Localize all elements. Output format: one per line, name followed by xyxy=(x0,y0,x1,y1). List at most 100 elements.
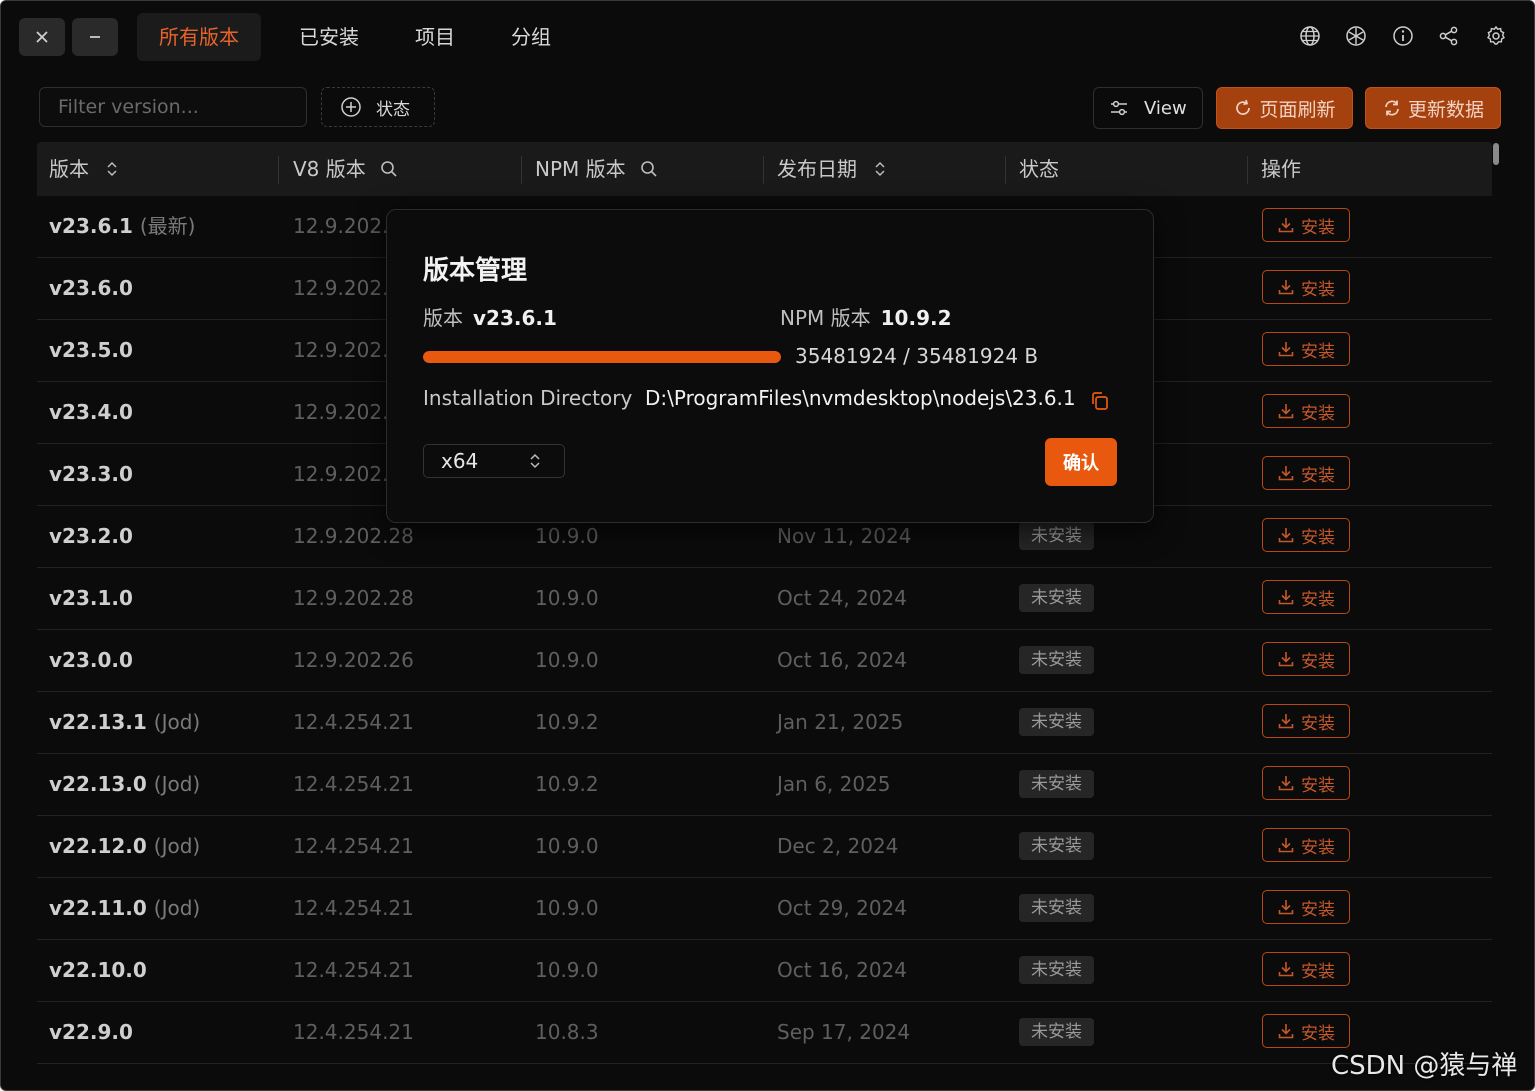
install-button[interactable]: 安装 xyxy=(1262,1014,1350,1048)
progress-fill xyxy=(423,351,781,363)
install-button[interactable]: 安装 xyxy=(1262,394,1350,428)
version-number: v23.0.0 xyxy=(49,648,133,672)
chevron-updown-icon xyxy=(530,453,540,469)
version-tag: (最新) xyxy=(139,214,196,238)
column-separator xyxy=(521,156,522,184)
install-button-label: 安装 xyxy=(1301,651,1335,672)
share-icon[interactable] xyxy=(1438,25,1460,47)
confirm-button[interactable]: 确认 xyxy=(1045,438,1117,486)
install-button[interactable]: 安装 xyxy=(1262,208,1350,242)
install-button[interactable]: 安装 xyxy=(1262,518,1350,552)
version-number: v22.12.0 xyxy=(49,834,147,858)
status-badge: 未安装 xyxy=(1019,956,1094,984)
npm-cell: 10.9.0 xyxy=(535,958,599,982)
download-progress-bar xyxy=(423,351,781,363)
column-separator xyxy=(1005,156,1006,184)
date-cell: Oct 24, 2024 xyxy=(777,586,907,610)
tab-projects[interactable]: 项目 xyxy=(393,13,477,61)
status-badge: 未安装 xyxy=(1019,1018,1094,1046)
filter-version-input[interactable] xyxy=(39,87,307,127)
status-filter-button[interactable]: 状态 xyxy=(321,87,435,127)
npm-cell: 10.8.3 xyxy=(535,1020,599,1044)
status-badge: 未安装 xyxy=(1019,646,1094,674)
page-refresh-button[interactable]: 页面刷新 xyxy=(1216,87,1353,129)
scrollbar-thumb[interactable] xyxy=(1493,143,1499,165)
version-cell: v22.12.0 (Jod) xyxy=(49,816,200,877)
copy-icon[interactable] xyxy=(1089,390,1111,412)
minimize-button[interactable] xyxy=(72,18,118,56)
install-button-label: 安装 xyxy=(1301,403,1335,424)
install-button[interactable]: 安装 xyxy=(1262,456,1350,490)
column-separator xyxy=(1247,156,1248,184)
sync-icon xyxy=(1385,100,1399,116)
update-data-button[interactable]: 更新数据 xyxy=(1365,87,1501,129)
minimize-icon xyxy=(90,36,100,38)
install-button[interactable]: 安装 xyxy=(1262,642,1350,676)
npm-cell: 10.9.2 xyxy=(535,710,599,734)
install-button[interactable]: 安装 xyxy=(1262,580,1350,614)
version-cell: v23.6.0 xyxy=(49,258,133,319)
watermark: CSDN @猿与禅 xyxy=(1331,1051,1518,1081)
globe-icon[interactable] xyxy=(1299,25,1321,47)
page-refresh-label: 页面刷新 xyxy=(1259,98,1336,121)
version-value: v23.6.1 xyxy=(473,306,557,330)
sliders-icon xyxy=(1111,100,1127,116)
version-cell: v22.11.0 (Jod) xyxy=(49,878,200,939)
arch-select[interactable]: x64 xyxy=(423,444,565,478)
version-number: v23.6.0 xyxy=(49,276,133,300)
download-icon xyxy=(1278,962,1294,977)
search-icon xyxy=(640,161,657,177)
v8-cell: 12.9.202.2 xyxy=(293,338,402,362)
column-header-label: 发布日期 xyxy=(777,157,857,181)
close-icon xyxy=(36,31,48,43)
tab-groups[interactable]: 分组 xyxy=(489,13,573,61)
install-button[interactable]: 安装 xyxy=(1262,766,1350,800)
install-button-label: 安装 xyxy=(1301,527,1335,548)
version-cell: v23.1.0 xyxy=(49,568,133,629)
column-header-actions: 操作 xyxy=(1261,142,1301,196)
close-button[interactable] xyxy=(19,18,65,56)
view-button[interactable]: View xyxy=(1093,87,1203,129)
version-cell: v23.0.0 xyxy=(49,630,133,691)
table-row: v22.10.0 12.4.254.21 10.9.0 Oct 16, 2024 未安装… xyxy=(37,940,1492,1002)
v8-cell: 12.4.254.21 xyxy=(293,896,414,920)
version-number: v22.13.1 xyxy=(49,710,147,734)
version-number: v22.10.0 xyxy=(49,958,147,982)
install-button-label: 安装 xyxy=(1301,279,1335,300)
table-row: v22.13.0 (Jod) 12.4.254.21 10.9.2 Jan 6, 20… xyxy=(37,754,1492,816)
column-header-v8[interactable]: V8 版本 xyxy=(293,142,398,196)
version-tag: (Jod) xyxy=(153,896,201,920)
download-icon xyxy=(1278,342,1294,357)
column-header-release-date[interactable]: 发布日期 xyxy=(777,142,889,196)
column-header-npm[interactable]: NPM 版本 xyxy=(535,142,658,196)
tab-installed[interactable]: 已安装 xyxy=(277,13,381,61)
gear-icon[interactable] xyxy=(1485,25,1507,47)
v8-cell: 12.9.202.2 xyxy=(293,400,402,424)
install-button-label: 安装 xyxy=(1301,589,1335,610)
npm-cell: 10.9.0 xyxy=(535,586,599,610)
column-header-label: 状态 xyxy=(1019,157,1059,181)
download-icon xyxy=(1278,404,1294,419)
view-button-label: View xyxy=(1144,97,1187,119)
date-cell: Sep 17, 2024 xyxy=(777,1020,911,1044)
table-header: 版本 V8 版本 NPM 版本 发布日期 状态 操作 xyxy=(37,142,1492,196)
snowflake-icon[interactable] xyxy=(1345,25,1367,47)
info-icon[interactable] xyxy=(1392,25,1414,47)
install-button[interactable]: 安装 xyxy=(1262,890,1350,924)
column-header-label: 操作 xyxy=(1261,157,1301,181)
tab-all-versions[interactable]: 所有版本 xyxy=(137,13,261,61)
download-icon xyxy=(1278,714,1294,729)
install-button[interactable]: 安装 xyxy=(1262,952,1350,986)
install-button[interactable]: 安装 xyxy=(1262,704,1350,738)
table-row: v22.13.1 (Jod) 12.4.254.21 10.9.2 Jan 21, 2… xyxy=(37,692,1492,754)
column-header-version[interactable]: 版本 xyxy=(49,142,121,196)
date-cell: Oct 29, 2024 xyxy=(777,896,907,920)
install-button[interactable]: 安装 xyxy=(1262,270,1350,304)
status-badge: 未安装 xyxy=(1019,770,1094,798)
version-tag: (Jod) xyxy=(153,772,201,796)
version-number: v22.13.0 xyxy=(49,772,147,796)
v8-cell: 12.4.254.21 xyxy=(293,834,414,858)
version-number: v23.5.0 xyxy=(49,338,133,362)
install-button[interactable]: 安装 xyxy=(1262,828,1350,862)
install-button[interactable]: 安装 xyxy=(1262,332,1350,366)
